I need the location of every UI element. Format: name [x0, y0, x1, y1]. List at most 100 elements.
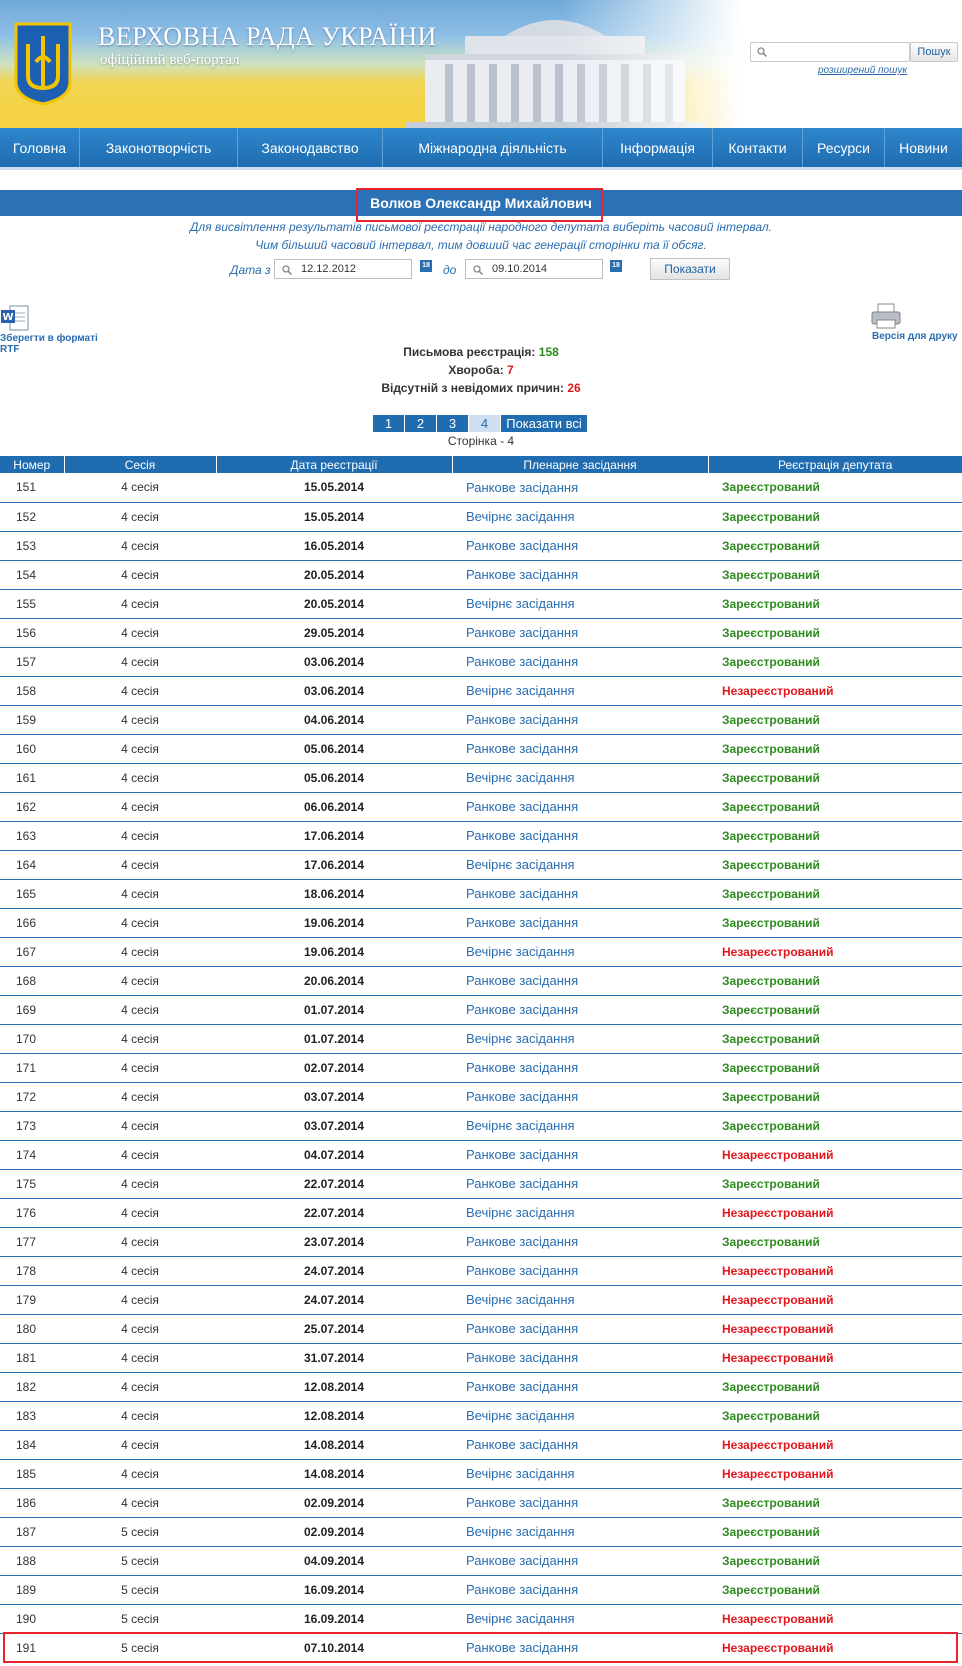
- save-rtf-button[interactable]: W: [0, 304, 110, 335]
- row-session: 5 сесія: [64, 1546, 216, 1576]
- row-meeting-link[interactable]: Вечірнє засідання: [452, 1604, 708, 1634]
- word-document-icon: W: [1, 305, 29, 331]
- table-row: 179 4 сесія 24.07.2014 Вечірнє засідання Нез…: [0, 1285, 962, 1315]
- table-row: 177 4 сесія 23.07.2014 Ранкове засідання Зар…: [0, 1227, 962, 1257]
- show-button[interactable]: Показати: [650, 258, 730, 280]
- row-meeting-link[interactable]: Вечірнє засідання: [452, 763, 708, 793]
- col-header-registration: Реєстрація депутата: [708, 456, 962, 473]
- date-from-input[interactable]: 12.12.2012: [274, 259, 412, 279]
- row-meeting-link[interactable]: Вечірнє засідання: [452, 1401, 708, 1431]
- row-meeting-link[interactable]: Ранкове засідання: [452, 1488, 708, 1518]
- row-date: 23.07.2014: [216, 1227, 452, 1257]
- nav-item-information[interactable]: Інформація: [603, 128, 713, 167]
- row-meeting-link[interactable]: Ранкове засідання: [452, 792, 708, 822]
- nav-item-home[interactable]: Головна: [0, 128, 80, 167]
- row-meeting-link[interactable]: Ранкове засідання: [452, 1140, 708, 1170]
- row-meeting-link[interactable]: Ранкове засідання: [452, 560, 708, 590]
- row-meeting-link[interactable]: Вечірнє засідання: [452, 589, 708, 619]
- row-meeting-link[interactable]: Вечірнє засідання: [452, 1024, 708, 1054]
- calendar-icon[interactable]: 18: [420, 260, 432, 272]
- nav-item-international[interactable]: Міжнародна діяльність: [383, 128, 603, 167]
- row-meeting-link[interactable]: Ранкове засідання: [452, 618, 708, 648]
- row-meeting-link[interactable]: Ранкове засідання: [452, 1053, 708, 1083]
- nav-item-contacts[interactable]: Контакти: [713, 128, 803, 167]
- row-date: 15.05.2014: [216, 473, 452, 503]
- row-number: 165: [0, 879, 64, 909]
- row-meeting-link[interactable]: Ранкове засідання: [452, 734, 708, 764]
- nav-item-lawmaking[interactable]: Законотворчість: [80, 128, 238, 167]
- print-button[interactable]: [870, 302, 902, 333]
- row-meeting-link[interactable]: Ранкове засідання: [452, 1082, 708, 1112]
- row-meeting-link[interactable]: Ранкове засідання: [452, 1546, 708, 1576]
- row-meeting-link[interactable]: Ранкове засідання: [452, 1430, 708, 1460]
- row-date: 29.05.2014: [216, 618, 452, 648]
- row-meeting-link[interactable]: Ранкове засідання: [452, 1372, 708, 1402]
- row-meeting-link[interactable]: Ранкове засідання: [452, 473, 708, 503]
- table-row: 165 4 сесія 18.06.2014 Ранкове засідання Зар…: [0, 879, 962, 909]
- row-number: 164: [0, 850, 64, 880]
- registration-table: Номер Сесія Дата реєстрації Пленарне зас…: [0, 456, 962, 1662]
- row-date: 14.08.2014: [216, 1430, 452, 1460]
- row-registration-status: Зареєстрований: [708, 589, 962, 619]
- row-registration-status: Зареєстрований: [708, 821, 962, 851]
- row-meeting-link[interactable]: Ранкове засідання: [452, 531, 708, 561]
- advanced-search-link[interactable]: розширений пошук: [818, 65, 907, 76]
- row-meeting-link[interactable]: Ранкове засідання: [452, 1227, 708, 1257]
- row-meeting-link[interactable]: Ранкове засідання: [452, 1169, 708, 1199]
- row-number: 188: [0, 1546, 64, 1576]
- row-meeting-link[interactable]: Ранкове засідання: [452, 966, 708, 996]
- row-meeting-link[interactable]: Вечірнє засідання: [452, 502, 708, 532]
- row-number: 180: [0, 1314, 64, 1344]
- row-registration-status: Зареєстрований: [708, 618, 962, 648]
- row-registration-status: Зареєстрований: [708, 473, 962, 503]
- row-number: 157: [0, 647, 64, 677]
- row-meeting-link[interactable]: Ранкове засідання: [452, 879, 708, 909]
- search-button[interactable]: Пошук: [910, 42, 958, 62]
- row-meeting-link[interactable]: Вечірнє засідання: [452, 1517, 708, 1547]
- table-header-row: Номер Сесія Дата реєстрації Пленарне зас…: [0, 456, 962, 473]
- table-row: 159 4 сесія 04.06.2014 Ранкове засідання Зар…: [0, 705, 962, 735]
- calendar-icon[interactable]: 18: [610, 260, 622, 272]
- name-highlight-box: [356, 188, 603, 222]
- row-meeting-link[interactable]: Вечірнє засідання: [452, 937, 708, 967]
- row-meeting-link[interactable]: Вечірнє засідання: [452, 676, 708, 706]
- row-number: 175: [0, 1169, 64, 1199]
- row-meeting-link[interactable]: Ранкове засідання: [452, 995, 708, 1025]
- row-meeting-link[interactable]: Ранкове засідання: [452, 1314, 708, 1344]
- date-to-input[interactable]: 09.10.2014: [465, 259, 603, 279]
- table-row: 186 4 сесія 02.09.2014 Ранкове засідання Зар…: [0, 1488, 962, 1518]
- row-session: 4 сесія: [64, 1401, 216, 1431]
- page-link-4-current[interactable]: 4: [469, 415, 501, 432]
- nav-item-legislation[interactable]: Законодавство: [238, 128, 383, 167]
- date-from-label: Дата з: [230, 263, 271, 277]
- site-title[interactable]: ВЕРХОВНА РАДА УКРАЇНИ: [98, 22, 437, 52]
- row-meeting-link[interactable]: Ранкове засідання: [452, 908, 708, 938]
- row-meeting-link[interactable]: Вечірнє засідання: [452, 1198, 708, 1228]
- row-meeting-link[interactable]: Ранкове засідання: [452, 705, 708, 735]
- row-meeting-link[interactable]: Ранкове засідання: [452, 1575, 708, 1605]
- page-link-2[interactable]: 2: [405, 415, 437, 432]
- page-link-1[interactable]: 1: [373, 415, 405, 432]
- row-meeting-link[interactable]: Ранкове засідання: [452, 1343, 708, 1373]
- search-input[interactable]: [750, 42, 910, 62]
- row-meeting-link[interactable]: Ранкове засідання: [452, 1256, 708, 1286]
- stat-illness-value: 7: [506, 363, 514, 377]
- show-all-pages-link[interactable]: Показати всі: [501, 415, 587, 432]
- row-meeting-link[interactable]: Вечірнє засідання: [452, 1111, 708, 1141]
- row-session: 4 сесія: [64, 792, 216, 822]
- row-meeting-link[interactable]: Вечірнє засідання: [452, 1459, 708, 1489]
- row-date: 19.06.2014: [216, 937, 452, 967]
- page-link-3[interactable]: 3: [437, 415, 469, 432]
- pagination: 1 2 3 4 Показати всі: [373, 415, 587, 432]
- row-session: 4 сесія: [64, 589, 216, 619]
- row-meeting-link[interactable]: Вечірнє засідання: [452, 850, 708, 880]
- nav-item-resources[interactable]: Ресурси: [803, 128, 885, 167]
- row-number: 171: [0, 1053, 64, 1083]
- print-version-label[interactable]: Версія для друку: [872, 331, 958, 342]
- info-text-2: Чим більший часовий інтервал, тим довший…: [255, 238, 707, 252]
- row-meeting-link[interactable]: Ранкове засідання: [452, 821, 708, 851]
- nav-item-news[interactable]: Новини: [885, 128, 962, 167]
- row-meeting-link[interactable]: Вечірнє засідання: [452, 1285, 708, 1315]
- row-meeting-link[interactable]: Ранкове засідання: [452, 647, 708, 677]
- table-row: 180 4 сесія 25.07.2014 Ранкове засідання Нез…: [0, 1314, 962, 1344]
